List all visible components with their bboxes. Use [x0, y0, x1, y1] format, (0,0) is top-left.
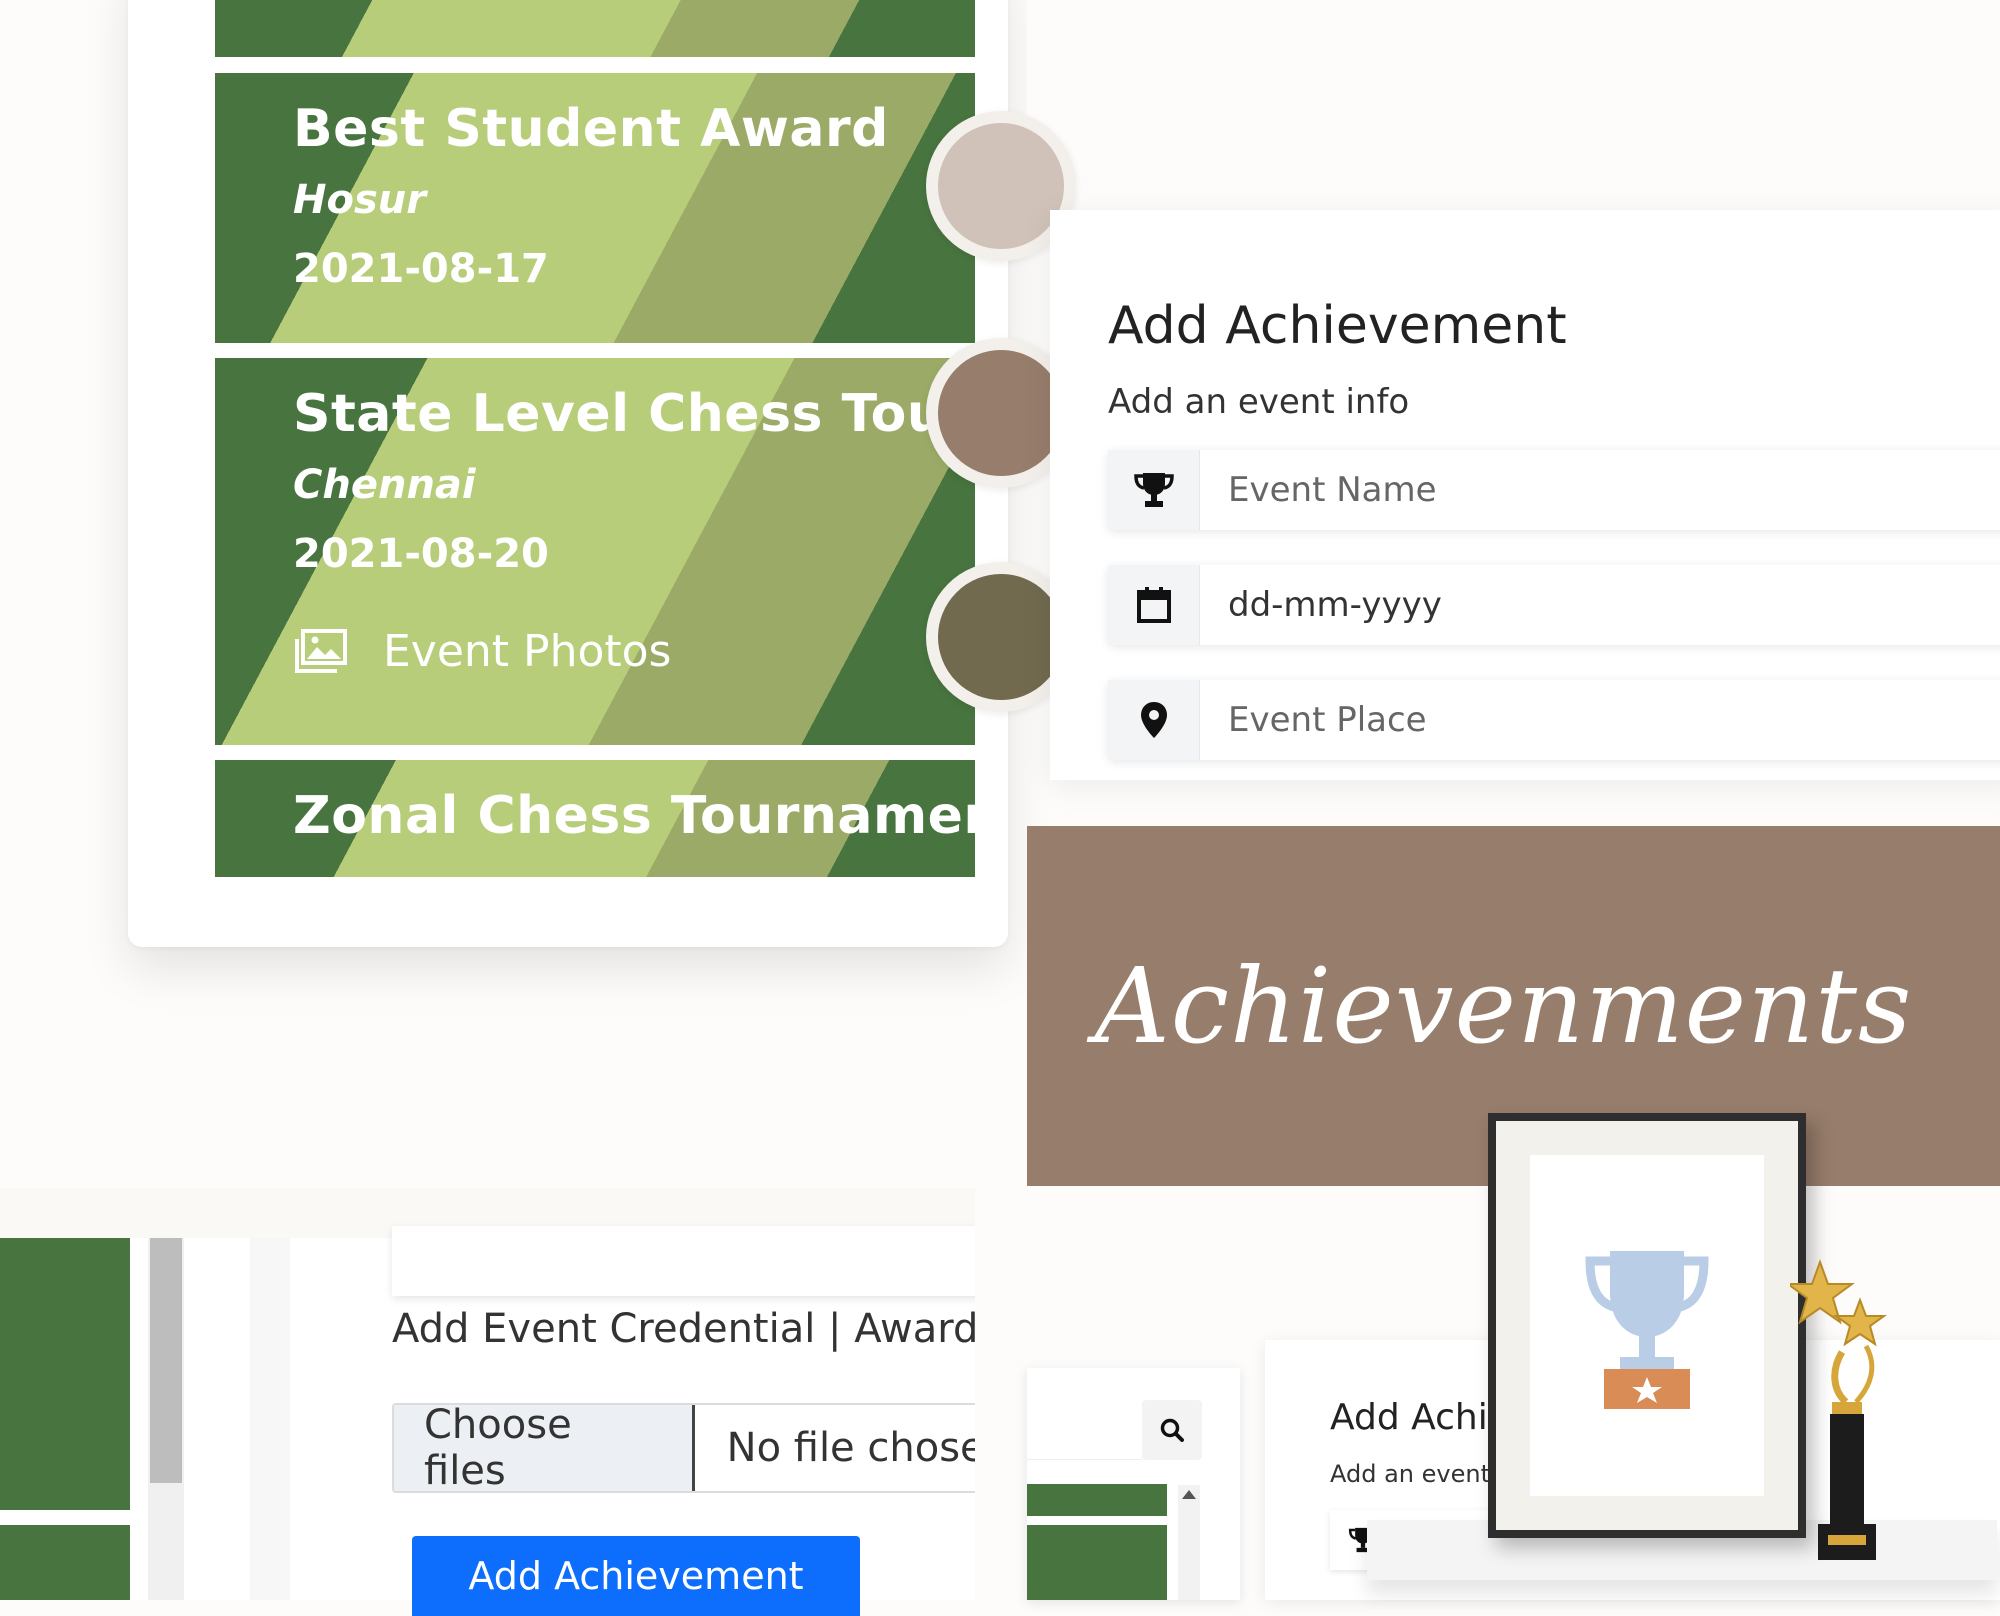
mini-form-subtitle: Add an event [1330, 1460, 1490, 1488]
mini-event-card[interactable] [1027, 1525, 1167, 1600]
upload-panel: Add Event Credential | Award | Choose fi… [290, 1226, 1012, 1616]
event-name-input[interactable]: Event Name [1200, 470, 1437, 510]
panel-backdrop [1027, 0, 2000, 210]
calendar-icon [1108, 565, 1200, 645]
add-achievement-button[interactable]: Add Achievement [412, 1536, 860, 1616]
picture-frame [1488, 1113, 1806, 1538]
event-date: 2021-08-17 [293, 246, 549, 292]
event-title: State Level Chess Tourn [293, 384, 975, 444]
event-card[interactable]: Best Student Award Hosur 2021-08-17 [215, 73, 975, 343]
form-title: Add Achievement [1108, 296, 1567, 356]
event-place-field[interactable]: Event Place [1108, 680, 2000, 760]
event-title: Zonal Chess Tournament [293, 786, 975, 846]
event-card[interactable]: State Level Chess Tourn Chennai 2021-08-… [215, 358, 975, 745]
event-place-input[interactable]: Event Place [1200, 700, 1427, 740]
mini-scrollbar[interactable] [1178, 1485, 1200, 1600]
event-card[interactable]: 2019-02-15 [215, 0, 975, 57]
scroll-up-arrow-icon[interactable] [1182, 1490, 1196, 1499]
trophy-icon [1108, 450, 1200, 530]
star-trophy-icon [1790, 1259, 1888, 1560]
mini-search-input[interactable] [1027, 1400, 1142, 1460]
search-icon [1160, 1418, 1184, 1442]
event-card[interactable]: Zonal Chess Tournament [215, 760, 975, 877]
mini-event-card[interactable] [1027, 1484, 1167, 1516]
frame-mat [1496, 1121, 1798, 1530]
event-place: Hosur [293, 177, 426, 223]
trophy-cup-icon [1585, 1250, 1709, 1409]
add-achievement-form: Add Achievement Add an event info Event … [1050, 210, 2000, 780]
timeline-strip [0, 1525, 130, 1600]
choose-files-button[interactable]: Choose files [394, 1405, 695, 1491]
form-subtitle: Add an event info [1108, 382, 1410, 422]
event-photos-link[interactable]: Event Photos [293, 626, 671, 677]
event-date: 2021-08-20 [293, 531, 549, 577]
scrollbar-thumb[interactable] [150, 1238, 182, 1483]
timeline-strip [0, 1238, 130, 1510]
banner-title: Achievenments [1094, 945, 1913, 1067]
event-name-field[interactable]: Event Name [1108, 450, 2000, 530]
event-date-field[interactable]: dd-mm-yyyy [1108, 565, 2000, 645]
search-button[interactable] [1142, 1400, 1202, 1460]
event-title: Best Student Award [293, 99, 889, 159]
event-input-stub[interactable] [392, 1226, 992, 1296]
cup-illustration [1530, 1155, 1764, 1496]
event-place: Chennai [293, 462, 476, 508]
gallery-icon [295, 628, 347, 673]
file-status: No file chosen [726, 1425, 1010, 1471]
panel-divider [250, 1238, 290, 1600]
map-pin-icon [1108, 680, 1200, 760]
upload-label: Add Event Credential | Award | [392, 1306, 1005, 1352]
event-photos-label: Event Photos [383, 626, 672, 677]
mini-form-title: Add Achi [1330, 1397, 1488, 1438]
event-date-input[interactable]: dd-mm-yyyy [1200, 585, 1442, 625]
file-input[interactable]: Choose files No file chosen [392, 1403, 1012, 1493]
panel-edge [975, 1188, 1027, 1600]
